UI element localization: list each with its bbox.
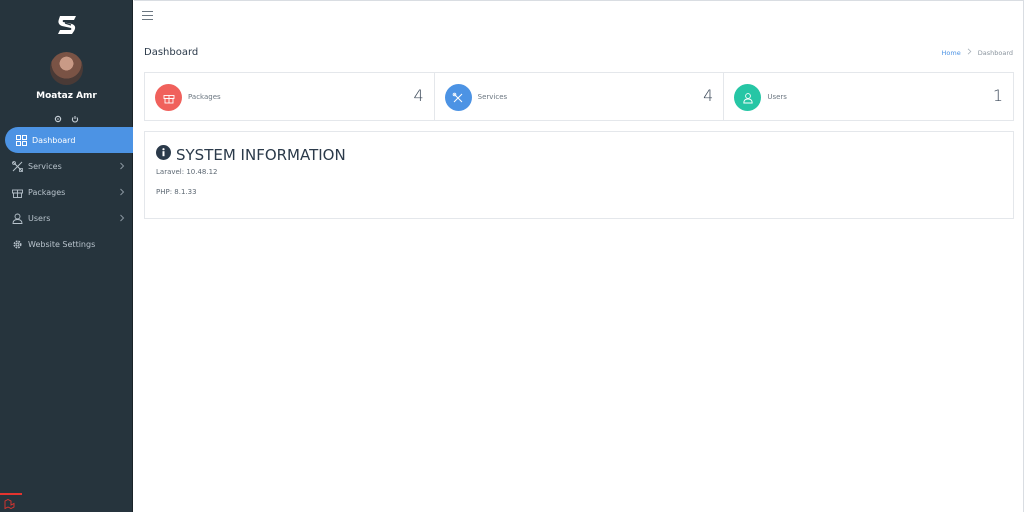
stat-card-packages[interactable]: Packages 4	[145, 73, 435, 120]
stat-count: 1	[992, 86, 1004, 105]
sidebar-item-users[interactable]: Users	[0, 205, 133, 231]
laravel-debugbar-icon[interactable]	[0, 493, 22, 512]
grid-icon	[16, 134, 27, 146]
stat-label: Services	[477, 93, 508, 101]
stat-label: Users	[767, 93, 787, 101]
stat-card-services[interactable]: Services 4	[435, 73, 725, 120]
stat-card-users[interactable]: Users 1	[724, 73, 1013, 120]
power-icon[interactable]	[71, 108, 79, 123]
chevron-right-icon	[119, 214, 125, 222]
sidebar-item-dashboard[interactable]: Dashboard	[5, 127, 133, 153]
user-name: Moataz Amr	[36, 91, 97, 101]
user-icon	[12, 213, 23, 224]
info-circle-icon	[156, 145, 171, 164]
sidebar-item-website-settings[interactable]: Website Settings	[0, 231, 133, 257]
brand-logo-icon[interactable]	[56, 14, 78, 36]
laravel-version: Laravel: 10.48.12	[156, 168, 218, 176]
avatar[interactable]	[50, 52, 83, 85]
settings-icon[interactable]	[54, 108, 62, 123]
sidebar-item-label: Users	[28, 213, 51, 223]
gear-icon	[12, 239, 23, 250]
system-information-header: SYSTEM INFORMATION	[156, 145, 346, 164]
stat-label: Packages	[188, 93, 221, 101]
stat-count: 4	[413, 86, 424, 105]
system-information-title: SYSTEM INFORMATION	[176, 145, 346, 164]
main-content: Dashboard Home Dashboard Packages 4 Serv…	[134, 0, 1024, 512]
user-icon	[734, 84, 762, 111]
stats-row: Packages 4 Services 4 Users 1	[144, 72, 1014, 121]
chevron-right-icon	[119, 162, 125, 170]
gift-icon	[155, 84, 182, 111]
php-version: PHP: 8.1.33	[156, 188, 197, 196]
breadcrumb-current: Dashboard	[977, 48, 1013, 57]
breadcrumb-home-link[interactable]: Home	[942, 49, 961, 57]
stat-count: 4	[703, 86, 714, 105]
sidebar: Moataz Amr Dashboard Services Packages U…	[0, 0, 133, 512]
sidebar-item-label: Website Settings	[28, 239, 96, 249]
sidebar-item-services[interactable]: Services	[0, 153, 133, 179]
tools-icon	[12, 160, 23, 172]
sidebar-item-label: Packages	[28, 187, 66, 197]
breadcrumb: Home Dashboard	[942, 48, 1013, 57]
gift-icon	[12, 187, 23, 198]
chevron-right-icon	[967, 48, 972, 57]
sidebar-item-label: Services	[28, 161, 62, 171]
hamburger-menu-icon[interactable]	[142, 11, 153, 20]
user-actions	[0, 108, 133, 123]
sidebar-item-label: Dashboard	[32, 135, 76, 145]
sidebar-item-packages[interactable]: Packages	[0, 179, 133, 205]
sidebar-menu: Dashboard Services Packages Users Websit…	[0, 127, 133, 257]
chevron-right-icon	[119, 188, 125, 196]
system-information-card: SYSTEM INFORMATION Laravel: 10.48.12 PHP…	[144, 131, 1014, 219]
page-title: Dashboard	[144, 47, 199, 58]
tools-icon	[444, 84, 472, 111]
